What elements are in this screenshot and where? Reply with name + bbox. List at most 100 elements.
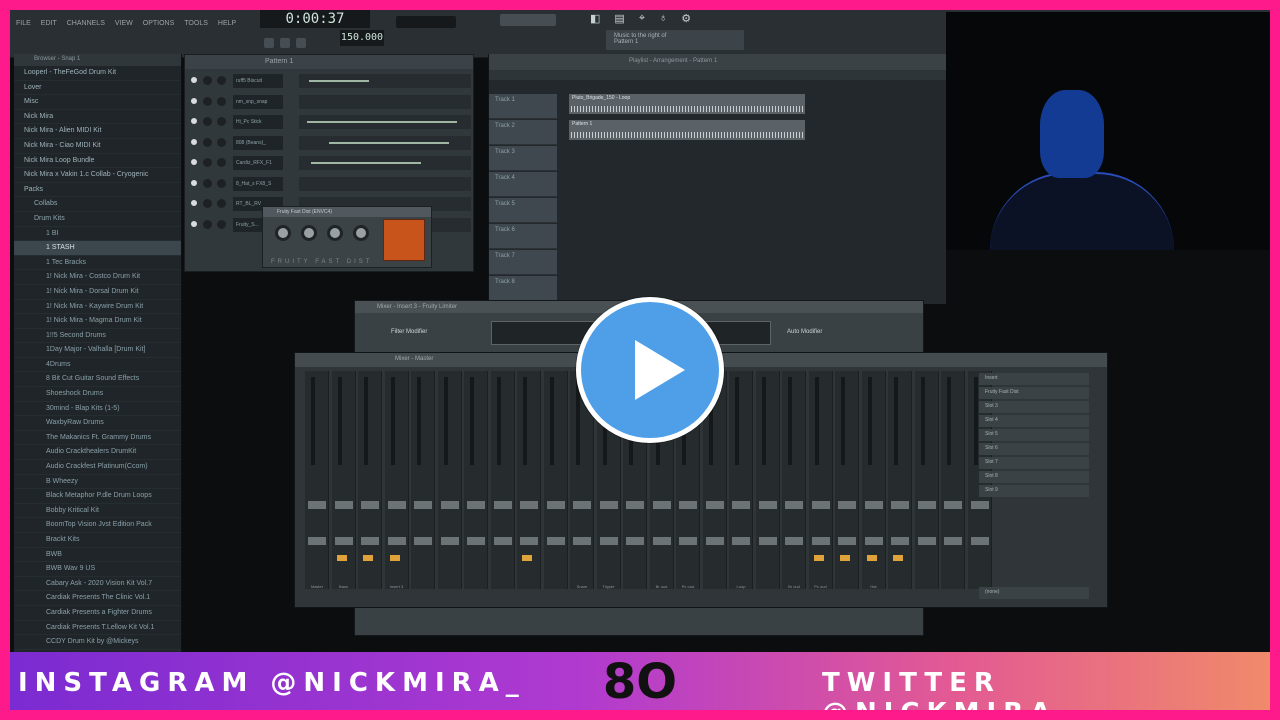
browser-item[interactable]: BWB bbox=[14, 548, 181, 563]
menu-edit[interactable]: EDIT bbox=[41, 20, 57, 27]
strip-fader[interactable] bbox=[520, 501, 538, 509]
strip-fader[interactable] bbox=[652, 501, 671, 509]
channel-row[interactable]: ruff5 Biscuit bbox=[189, 73, 471, 89]
strip-fader[interactable] bbox=[599, 501, 618, 509]
mixer-fx-slot[interactable]: Slot 3 bbox=[979, 401, 1089, 413]
mixer-strip[interactable] bbox=[835, 371, 859, 589]
mic-icon[interactable]: ♁ bbox=[659, 12, 667, 25]
time-display[interactable]: 0:00:37 bbox=[260, 10, 370, 28]
browser-item[interactable]: Nick Mira Loop Bundle bbox=[14, 154, 181, 169]
channel-pan-knob[interactable] bbox=[203, 199, 212, 208]
strip-route-indicator[interactable] bbox=[813, 555, 824, 561]
mixer-fx-slot[interactable]: Insert bbox=[979, 373, 1089, 385]
browser-item[interactable]: 1! Nick Mira - Kaywire Drum Kit bbox=[14, 300, 181, 315]
channel-name[interactable]: Hi_Pc Stick bbox=[233, 115, 283, 129]
strip-send[interactable] bbox=[944, 537, 962, 545]
strip-send[interactable] bbox=[679, 537, 697, 545]
strip-fader[interactable] bbox=[440, 501, 459, 509]
strip-send[interactable] bbox=[493, 537, 512, 545]
browser-item[interactable]: 30mind - Blap Kits (1-5) bbox=[14, 402, 181, 417]
channel-row[interactable]: nm_snp_snap bbox=[189, 94, 471, 110]
channel-row[interactable]: 8_Hat_s FX8_S bbox=[189, 176, 471, 192]
mixer-strip[interactable] bbox=[914, 371, 939, 589]
mixer-fx-slot[interactable]: Fruity Fast Dist bbox=[979, 387, 1089, 399]
browser-item[interactable]: Cardiak Presents a Fighter Drums bbox=[14, 606, 181, 621]
browser-item[interactable]: WaxbyRaw Drums bbox=[14, 416, 181, 431]
strip-send[interactable] bbox=[334, 537, 353, 545]
strip-route-indicator[interactable] bbox=[840, 555, 850, 561]
browser-item[interactable]: CCDY Drum Kit by @Mickeys bbox=[14, 635, 181, 650]
mixer-strip[interactable] bbox=[464, 371, 488, 589]
channel-volume-knob[interactable] bbox=[217, 137, 226, 147]
mixer-output-select[interactable]: (none) bbox=[979, 587, 1089, 599]
menu-file[interactable]: FILE bbox=[16, 20, 31, 27]
strip-send[interactable] bbox=[838, 537, 856, 545]
strip-send[interactable] bbox=[811, 537, 830, 545]
channel-name[interactable]: 8_Hat_s FX8_S bbox=[233, 176, 283, 191]
browser-item[interactable]: BWB Wav 9 US bbox=[14, 562, 181, 577]
strip-send[interactable] bbox=[573, 537, 591, 545]
strip-route-indicator[interactable] bbox=[893, 555, 903, 561]
mixer-strip[interactable]: Loop bbox=[729, 371, 753, 589]
strip-send[interactable] bbox=[626, 537, 644, 545]
browser-item[interactable]: 8 Bit Cut Guitar Sound Effects bbox=[14, 372, 181, 388]
browser-item[interactable]: Looperl - TheFeGod Drum Kit bbox=[14, 66, 181, 81]
plugin-knob-dist[interactable] bbox=[327, 225, 343, 241]
record-transport-button[interactable] bbox=[296, 38, 306, 48]
browser-item[interactable]: 1 Tec Bracks bbox=[14, 256, 181, 271]
channel-mute-led[interactable] bbox=[191, 179, 197, 186]
channel-piano-roll-preview[interactable] bbox=[299, 94, 471, 109]
browser-item[interactable]: 4Drums bbox=[14, 358, 181, 373]
strip-send[interactable] bbox=[652, 537, 671, 545]
mixer-strip[interactable]: Bass bbox=[331, 371, 356, 589]
channel-pan-knob[interactable] bbox=[203, 96, 212, 106]
playlist-track-header[interactable]: Track 4 bbox=[489, 172, 557, 197]
channel-mute-led[interactable] bbox=[191, 138, 197, 145]
browser-item[interactable]: Nick Mira x Vakin 1.c Collab - Cryogenic bbox=[14, 168, 181, 183]
strip-fader[interactable] bbox=[361, 501, 379, 509]
browser-item[interactable]: Brackt Kits bbox=[14, 533, 181, 548]
playlist-track-header[interactable]: Track 7 bbox=[489, 250, 557, 275]
browser-item[interactable]: Audio Crackthealers DrumKit bbox=[14, 445, 181, 461]
strip-route-indicator[interactable] bbox=[389, 555, 400, 561]
snap-icon[interactable]: ▤ bbox=[614, 12, 624, 25]
strip-fader[interactable] bbox=[308, 501, 326, 509]
mixer-strip[interactable] bbox=[517, 371, 541, 589]
browser-item[interactable]: Cardiak Presents T.Lellow Kit Vol.1 bbox=[14, 621, 181, 636]
mixer-fx-slot[interactable]: Slot 6 bbox=[979, 443, 1089, 455]
mixer-fx-slot[interactable]: Slot 4 bbox=[979, 415, 1089, 427]
playlist-track-header[interactable]: Track 1 bbox=[489, 94, 557, 119]
channel-volume-knob[interactable] bbox=[217, 199, 226, 208]
mixer-strip[interactable]: Master bbox=[305, 371, 329, 589]
strip-fader[interactable] bbox=[573, 501, 591, 509]
channel-row[interactable]: 808 (Beans)_ bbox=[189, 135, 471, 151]
strip-fader[interactable] bbox=[467, 501, 485, 509]
strip-send[interactable] bbox=[732, 537, 750, 545]
browser-item[interactable]: Lover bbox=[14, 81, 181, 96]
channel-pan-knob[interactable] bbox=[203, 137, 212, 147]
strip-send[interactable] bbox=[785, 537, 803, 545]
menu-tools[interactable]: TOOLS bbox=[184, 20, 208, 27]
browser-item[interactable]: Collabs bbox=[14, 197, 181, 212]
mixer-strip[interactable] bbox=[358, 371, 382, 589]
browser-item[interactable]: The Makanics Ft. Grammy Drums bbox=[14, 431, 181, 446]
strip-fader[interactable] bbox=[864, 501, 883, 509]
plugin-knob-threshold[interactable] bbox=[301, 225, 317, 241]
strip-fader[interactable] bbox=[414, 501, 432, 509]
strip-send[interactable] bbox=[440, 537, 459, 545]
stop-transport-button[interactable] bbox=[280, 38, 290, 48]
tempo-display[interactable]: 150.000 bbox=[340, 30, 384, 46]
channel-mute-led[interactable] bbox=[191, 77, 197, 83]
play-transport-button[interactable] bbox=[264, 38, 274, 48]
browser-item[interactable]: Nick Mira bbox=[14, 110, 181, 125]
strip-fader[interactable] bbox=[944, 501, 962, 509]
channel-name[interactable]: 808 (Beans)_ bbox=[233, 135, 283, 150]
strip-route-indicator[interactable] bbox=[522, 555, 532, 561]
strip-fader[interactable] bbox=[493, 501, 512, 509]
playlist-track-header[interactable]: Track 8 bbox=[489, 276, 557, 301]
browser-item[interactable]: 1! Nick Mira - Costco Drum Kit bbox=[14, 270, 181, 285]
browser-item[interactable]: Packs bbox=[14, 183, 181, 198]
channel-mute-led[interactable] bbox=[191, 200, 197, 206]
channel-name[interactable]: Cardiz_RFX_F1 bbox=[233, 156, 283, 170]
channel-volume-knob[interactable] bbox=[217, 178, 226, 188]
